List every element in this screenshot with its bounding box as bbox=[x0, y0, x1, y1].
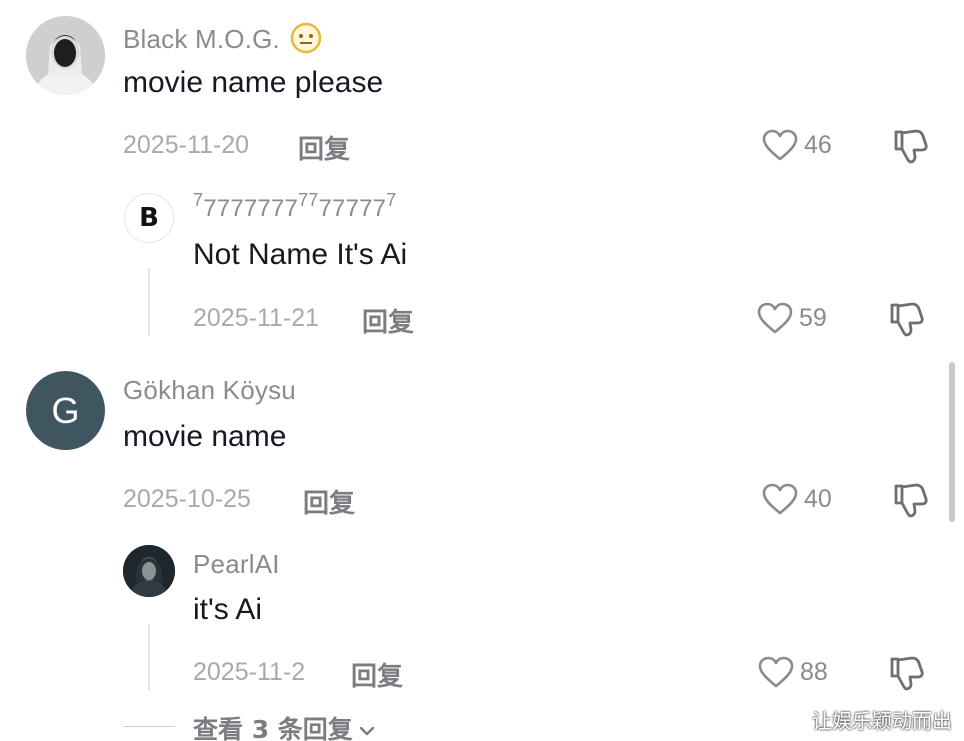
reply-button[interactable]: 回复 bbox=[298, 129, 350, 166]
avatar-letter: G bbox=[51, 389, 80, 431]
neutral-face-emoji-icon bbox=[290, 22, 322, 61]
comment-date: 2025-11-20 bbox=[123, 131, 250, 159]
thumbs-down-icon bbox=[890, 302, 924, 337]
heart-icon bbox=[762, 483, 798, 515]
comment-text: movie name bbox=[123, 420, 287, 453]
heart-icon bbox=[758, 656, 794, 688]
scrollbar[interactable] bbox=[949, 362, 955, 522]
dislike-button[interactable] bbox=[892, 127, 930, 170]
thread-line bbox=[148, 624, 150, 690]
dislike-button[interactable] bbox=[888, 300, 926, 343]
view-more-label: 查看 3 条回复 bbox=[193, 715, 353, 741]
like-button[interactable]: 88 bbox=[758, 656, 828, 688]
dislike-button[interactable] bbox=[892, 481, 930, 524]
chevron-down-icon bbox=[359, 713, 375, 741]
comment-text: Not Name It's Ai bbox=[193, 238, 408, 271]
reply-button[interactable]: 回复 bbox=[303, 483, 355, 520]
dislike-button[interactable] bbox=[888, 654, 926, 697]
avatar[interactable]: B bbox=[124, 193, 174, 243]
watermark: 让娱乐颖动而出 bbox=[812, 709, 952, 733]
reply-button[interactable]: 回复 bbox=[351, 656, 403, 693]
person-photo-avatar-icon bbox=[26, 16, 105, 95]
thumbs-down-icon bbox=[890, 656, 924, 691]
comment-date: 2025-11-21 bbox=[193, 304, 320, 332]
heart-icon bbox=[757, 302, 793, 334]
reply-button[interactable]: 回复 bbox=[362, 302, 414, 339]
like-button[interactable]: 40 bbox=[762, 483, 832, 515]
avatar-letter: B bbox=[139, 203, 159, 233]
comment-username[interactable]: 7777777777777777 bbox=[193, 190, 396, 223]
comment-date: 2025-11-2 bbox=[193, 658, 306, 686]
view-more-replies-button[interactable]: 查看 3 条回复 bbox=[193, 710, 375, 741]
like-count: 40 bbox=[804, 484, 832, 513]
comment-text: it's Ai bbox=[193, 593, 263, 626]
like-button[interactable]: 46 bbox=[762, 129, 832, 161]
thread-line bbox=[148, 268, 150, 336]
comment-username[interactable]: Black M.O.G. bbox=[123, 22, 322, 61]
like-count: 46 bbox=[804, 130, 832, 159]
like-count: 59 bbox=[799, 303, 827, 332]
avatar[interactable] bbox=[123, 545, 175, 597]
like-button[interactable]: 59 bbox=[757, 302, 827, 334]
thumbs-down-icon bbox=[894, 483, 928, 518]
avatar[interactable] bbox=[26, 16, 105, 95]
comment-text: movie name please bbox=[123, 66, 384, 99]
comment-username[interactable]: PearlAI bbox=[193, 549, 280, 580]
comment-date: 2025-10-25 bbox=[123, 485, 251, 513]
like-count: 88 bbox=[800, 657, 828, 686]
heart-icon bbox=[762, 129, 798, 161]
avatar[interactable]: G bbox=[26, 371, 105, 450]
comment-username[interactable]: Gökhan Köysu bbox=[123, 375, 296, 406]
dark-portrait-avatar-icon bbox=[123, 545, 175, 597]
thumbs-down-icon bbox=[894, 129, 928, 164]
view-more-divider bbox=[123, 726, 175, 727]
